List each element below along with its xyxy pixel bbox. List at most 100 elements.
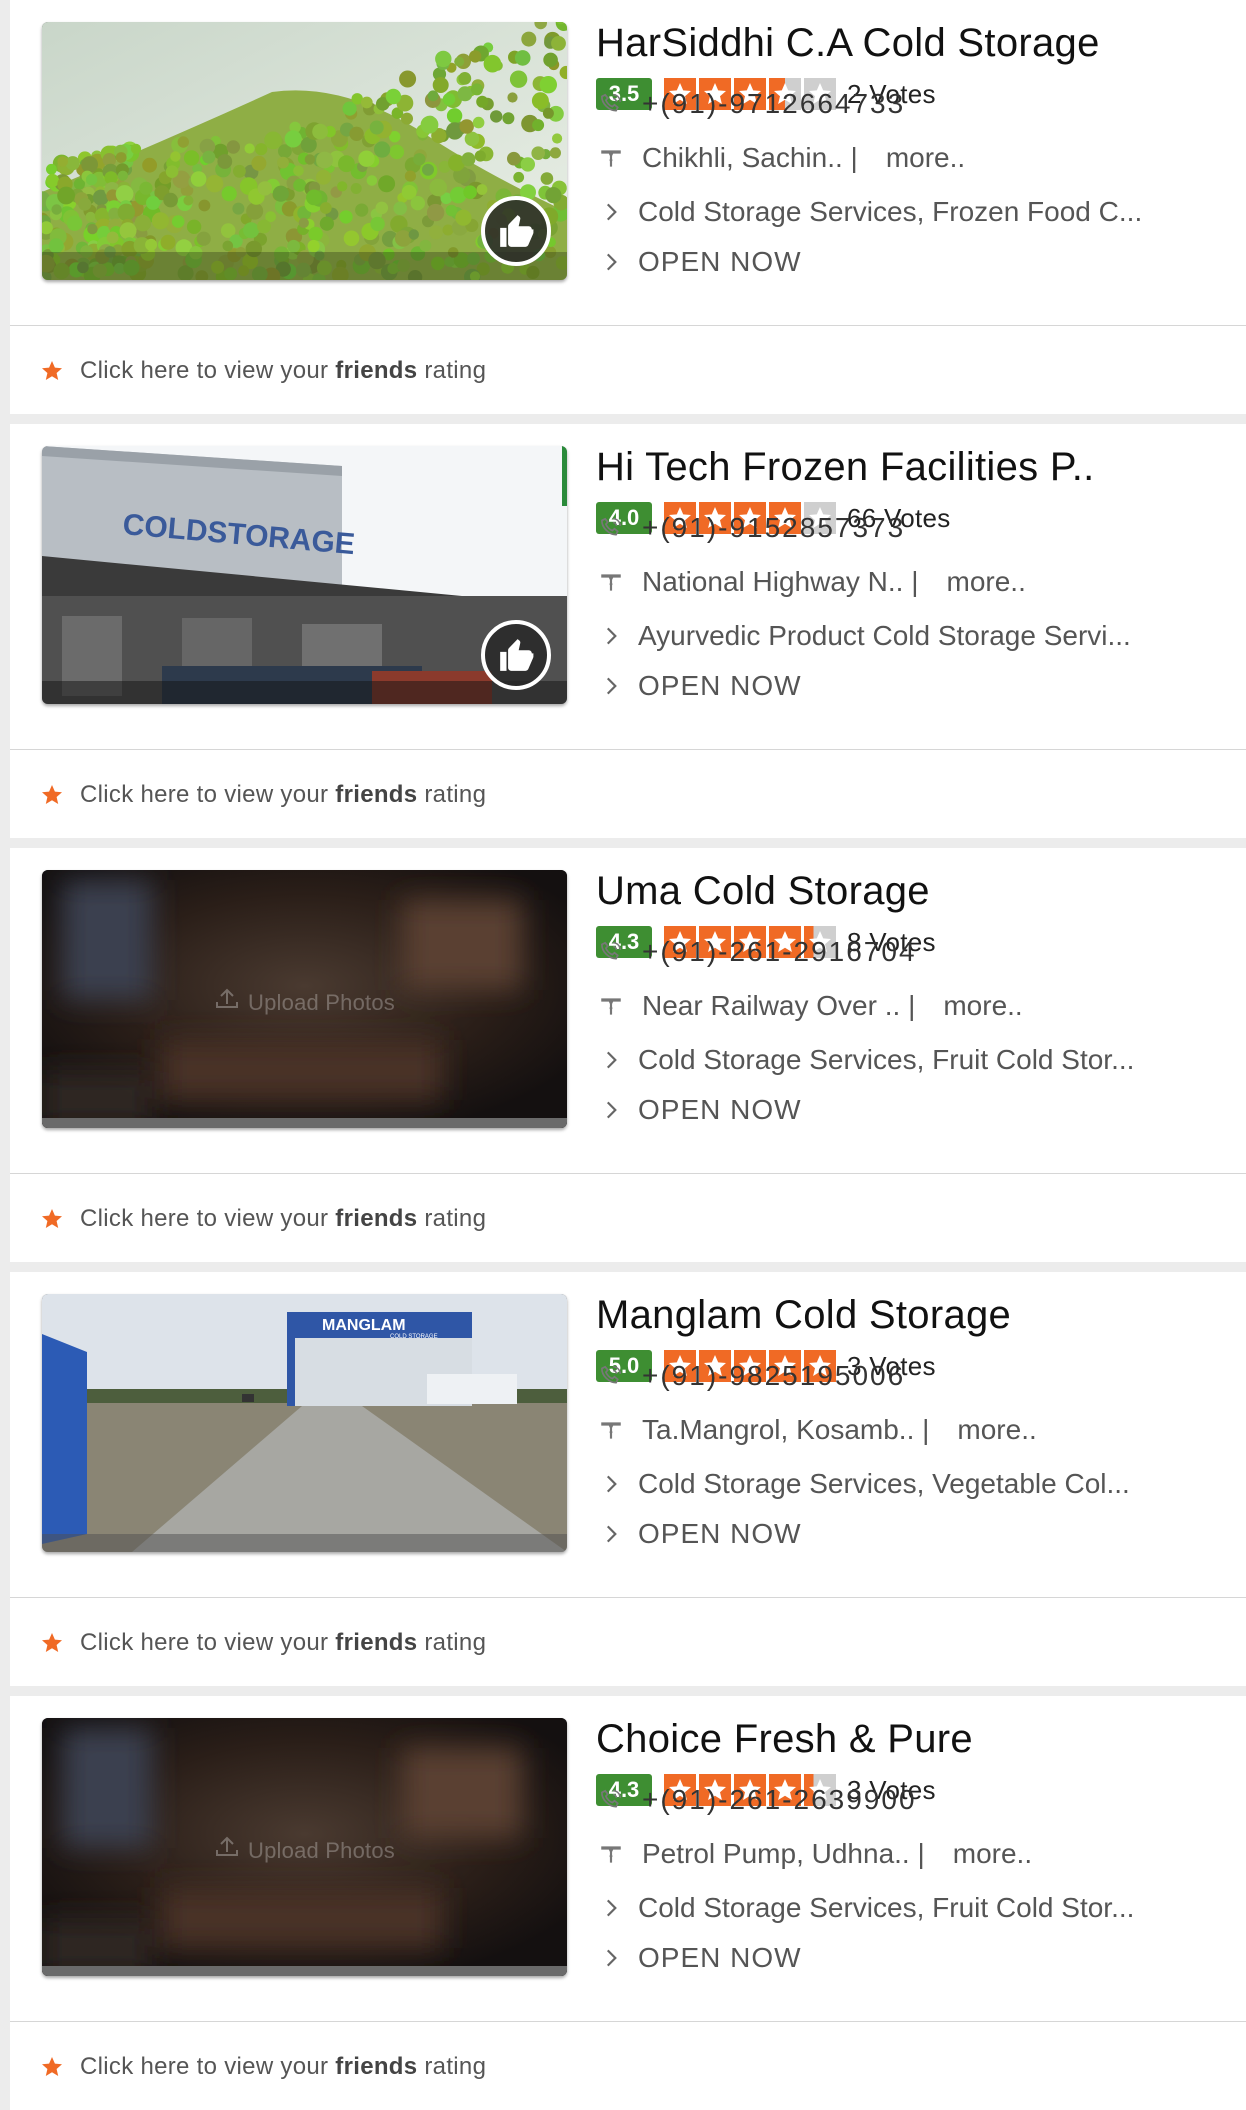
friends-rating-link[interactable]: Click here to view your friends rating	[80, 357, 486, 385]
upload-photos-link[interactable]: Upload Photos	[42, 1834, 567, 1864]
listing-card[interactable]: MANGLAM COLD STORAGE Manglam Cold Storag…	[10, 1272, 1246, 1686]
star-icon	[42, 1209, 62, 1228]
upload-icon	[216, 988, 239, 1008]
like-button[interactable]	[481, 196, 551, 266]
friends-rating-link[interactable]: Click here to view your friends rating	[80, 2053, 486, 2081]
svg-text:COLD STORAGE: COLD STORAGE	[390, 1334, 438, 1340]
friends-rating-bold: friends	[335, 2053, 418, 2080]
phone-row[interactable]: +(91)-261-2916704	[596, 936, 917, 968]
address-text: Near Railway Over .. |	[642, 990, 916, 1021]
listing-main: MANGLAM COLD STORAGE Manglam Cold Storag…	[10, 1272, 1246, 1598]
phone-icon	[601, 93, 621, 112]
chevron-right-icon	[606, 1949, 617, 1967]
upload-photos-label: Upload Photos	[248, 1838, 395, 1863]
status-row[interactable]: OPEN NOW	[596, 670, 802, 702]
status-row[interactable]: OPEN NOW	[596, 246, 802, 278]
listing-title[interactable]: Choice Fresh & Pure	[596, 1714, 1236, 1764]
status-row[interactable]: OPEN NOW	[596, 1518, 802, 1550]
friends-rating-bar[interactable]: Click here to view your friends rating	[10, 2023, 1246, 2110]
listing-thumbnail[interactable]: Upload Photos	[42, 870, 567, 1128]
chevron-right-icon	[606, 1475, 617, 1493]
chevron-right-icon	[606, 253, 617, 271]
thumbs-up-icon	[500, 639, 534, 671]
listing-thumbnail[interactable]: MANGLAM COLD STORAGE	[42, 1294, 567, 1552]
address-text: Chikhli, Sachin.. |	[642, 142, 858, 173]
like-button[interactable]	[481, 620, 551, 690]
status-row[interactable]: OPEN NOW	[596, 1094, 802, 1126]
phone-number[interactable]: +(91)-9712664733	[642, 88, 905, 120]
phone-number[interactable]: +(91)-261-2639900	[642, 1784, 917, 1816]
categories-row[interactable]: Cold Storage Services, Fruit Cold Stor..…	[596, 1892, 1134, 1924]
categories-row[interactable]: Cold Storage Services, Fruit Cold Stor..…	[596, 1044, 1134, 1076]
categories-row[interactable]: Ayurvedic Product Cold Storage Servi...	[596, 620, 1131, 652]
listing-main: Upload Photos Uma Cold Storage 4.3 8 Vot…	[10, 848, 1246, 1174]
status-row[interactable]: OPEN NOW	[596, 1942, 802, 1974]
listing-main: COLDSTORAGE Hi Tech Frozen Facilities P.…	[10, 424, 1246, 750]
listing-card[interactable]: HarSiddhi C.A Cold Storage 3.5 2 Votes +…	[10, 0, 1246, 414]
friends-rating-prefix: Click here to view your	[80, 1629, 336, 1656]
phone-number[interactable]: +(91)-9152857373	[642, 512, 905, 544]
phone-number[interactable]: +(91)-261-2916704	[642, 936, 917, 968]
friends-rating-suffix: rating	[417, 357, 487, 384]
map-pin-icon	[601, 574, 621, 591]
address-text: Ta.Mangrol, Kosamb.. |	[642, 1414, 930, 1445]
friends-rating-bar[interactable]: Click here to view your friends rating	[10, 751, 1246, 838]
friends-rating-bar[interactable]: Click here to view your friends rating	[10, 1175, 1246, 1262]
phone-icon	[601, 1365, 621, 1384]
friends-rating-link[interactable]: Click here to view your friends rating	[80, 1629, 486, 1657]
listing-thumbnail[interactable]: COLDSTORAGE	[42, 446, 567, 704]
friends-rating-link[interactable]: Click here to view your friends rating	[80, 781, 486, 809]
address-row: Near Railway Over .. | more..	[596, 990, 1023, 1022]
listing-title[interactable]: HarSiddhi C.A Cold Storage	[596, 18, 1236, 68]
categories-text[interactable]: Cold Storage Services, Fruit Cold Stor..…	[638, 1044, 1134, 1076]
phone-row[interactable]: +(91)-9152857373	[596, 512, 905, 544]
listing-card[interactable]: COLDSTORAGE Hi Tech Frozen Facilities P.…	[10, 424, 1246, 838]
chevron-right-icon	[606, 1525, 617, 1543]
open-status: OPEN NOW	[638, 1942, 802, 1973]
upload-icon	[216, 1836, 239, 1856]
chevron-right-icon	[606, 203, 617, 221]
address-text: Petrol Pump, Udhna.. |	[642, 1838, 925, 1869]
listing-card[interactable]: Upload Photos Uma Cold Storage 4.3 8 Vot…	[10, 848, 1246, 1262]
more-address-link[interactable]: more..	[943, 990, 1022, 1022]
friends-rating-bold: friends	[335, 1629, 418, 1656]
friends-rating-suffix: rating	[417, 781, 487, 808]
more-address-link[interactable]: more..	[947, 566, 1026, 598]
open-status: OPEN NOW	[638, 1518, 802, 1549]
listing-title[interactable]: Manglam Cold Storage	[596, 1290, 1236, 1340]
listing-card[interactable]: Upload Photos Choice Fresh & Pure 4.3 3 …	[10, 1696, 1246, 2110]
listing-thumbnail[interactable]	[42, 22, 567, 280]
listing-main: HarSiddhi C.A Cold Storage 3.5 2 Votes +…	[10, 0, 1246, 326]
phone-icon	[601, 941, 621, 960]
friends-rating-suffix: rating	[417, 1629, 487, 1656]
more-address-link[interactable]: more..	[953, 1838, 1032, 1870]
phone-number[interactable]: +(91)-9825195006	[642, 1360, 905, 1392]
phone-row[interactable]: +(91)-261-2639900	[596, 1784, 917, 1816]
more-address-link[interactable]: more..	[886, 142, 965, 174]
categories-text[interactable]: Ayurvedic Product Cold Storage Servi...	[638, 620, 1131, 652]
friends-rating-bar[interactable]: Click here to view your friends rating	[10, 1599, 1246, 1686]
friends-rating-link[interactable]: Click here to view your friends rating	[80, 1205, 486, 1233]
categories-row[interactable]: Cold Storage Services, Frozen Food C...	[596, 196, 1142, 228]
phone-row[interactable]: +(91)-9712664733	[596, 88, 905, 120]
listing-title[interactable]: Uma Cold Storage	[596, 866, 1236, 916]
friends-rating-prefix: Click here to view your	[80, 781, 336, 808]
categories-text[interactable]: Cold Storage Services, Fruit Cold Stor..…	[638, 1892, 1134, 1924]
open-status: OPEN NOW	[638, 246, 802, 277]
phone-icon	[601, 517, 621, 536]
friends-rating-suffix: rating	[417, 1205, 487, 1232]
categories-row[interactable]: Cold Storage Services, Vegetable Col...	[596, 1468, 1130, 1500]
upload-photos-link[interactable]: Upload Photos	[42, 986, 567, 1016]
listing-thumbnail[interactable]: Upload Photos	[42, 1718, 567, 1976]
address-text: National Highway N.. |	[642, 566, 919, 597]
friends-rating-bar[interactable]: Click here to view your friends rating	[10, 327, 1246, 414]
categories-text[interactable]: Cold Storage Services, Vegetable Col...	[638, 1468, 1130, 1500]
phone-row[interactable]: +(91)-9825195006	[596, 1360, 905, 1392]
address-row: Chikhli, Sachin.. | more..	[596, 142, 965, 174]
listing-title[interactable]: Hi Tech Frozen Facilities P..	[596, 442, 1236, 492]
categories-text[interactable]: Cold Storage Services, Frozen Food C...	[638, 196, 1142, 228]
more-address-link[interactable]: more..	[957, 1414, 1036, 1446]
friends-rating-prefix: Click here to view your	[80, 2053, 336, 2080]
open-status: OPEN NOW	[638, 670, 802, 701]
manglam-sign: MANGLAM	[322, 1317, 406, 1334]
